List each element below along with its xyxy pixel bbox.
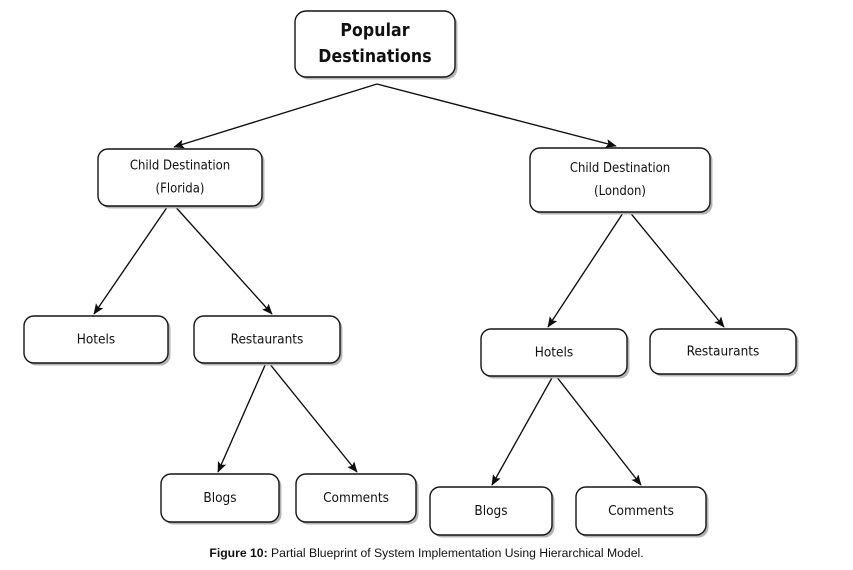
node-label-london-hotels: Hotels: [535, 345, 574, 361]
node-box[interactable]: [529, 147, 711, 213]
node-london-restaurants[interactable]: Restaurants: [649, 328, 799, 377]
node-london-comments[interactable]: Comments: [575, 486, 709, 538]
node-label-root: Destinations: [318, 47, 431, 67]
node-label-child-florida: Child Destination: [130, 159, 230, 174]
edge-root-london: [376, 83, 617, 148]
figure-caption: Figure 10: Partial Blueprint of System I…: [0, 546, 853, 562]
node-london-hotels[interactable]: Hotels: [480, 328, 630, 379]
node-label-florida-blogs: Blogs: [203, 490, 236, 506]
figure-number: Figure 10:: [209, 546, 268, 561]
edge-restaurants-blogs: [217, 362, 267, 473]
node-florida-hotels[interactable]: Hotels: [23, 315, 171, 366]
node-child-florida[interactable]: Child Destination (Florida): [97, 148, 265, 209]
figure-container: Popular Destinations Child Destination (Flo…: [0, 0, 853, 570]
node-label-florida-hotels: Hotels: [77, 332, 116, 348]
node-label-london-blogs: Blogs: [474, 503, 507, 519]
edge-florida-restaurants: [171, 202, 273, 315]
node-florida-restaurants[interactable]: Restaurants: [193, 315, 343, 366]
edges-layer: [93, 83, 725, 486]
node-label-london-comments: Comments: [608, 503, 674, 519]
node-florida-blogs[interactable]: Blogs: [160, 473, 282, 525]
node-label-root: Popular: [340, 21, 409, 41]
node-label-child-florida: (Florida): [156, 182, 205, 197]
edge-london-restaurants: [627, 209, 725, 328]
node-label-florida-restaurants: Restaurants: [231, 332, 304, 348]
node-root[interactable]: Popular Destinations: [294, 10, 458, 80]
figure-caption-text: Partial Blueprint of System Implementati…: [271, 546, 644, 561]
edge-londonhotels-blogs: [491, 375, 554, 486]
node-label-child-london: (London): [594, 184, 646, 199]
node-child-london[interactable]: Child Destination (London): [529, 147, 713, 215]
nodes-layer: Popular Destinations Child Destination (Flo…: [23, 10, 799, 538]
edge-root-florida: [173, 83, 378, 149]
node-label-child-london: Child Destination: [570, 161, 670, 176]
edge-london-hotels: [547, 209, 626, 328]
hierarchical-tree-diagram: Popular Destinations Child Destination (Flo…: [23, 10, 799, 538]
node-florida-comments[interactable]: Comments: [295, 473, 419, 525]
node-london-blogs[interactable]: Blogs: [429, 486, 555, 538]
node-label-london-restaurants: Restaurants: [687, 344, 760, 360]
edge-florida-hotels: [93, 202, 171, 315]
node-label-florida-comments: Comments: [323, 490, 389, 506]
edge-restaurants-comments: [268, 362, 358, 473]
edge-londonhotels-comments: [555, 375, 642, 486]
